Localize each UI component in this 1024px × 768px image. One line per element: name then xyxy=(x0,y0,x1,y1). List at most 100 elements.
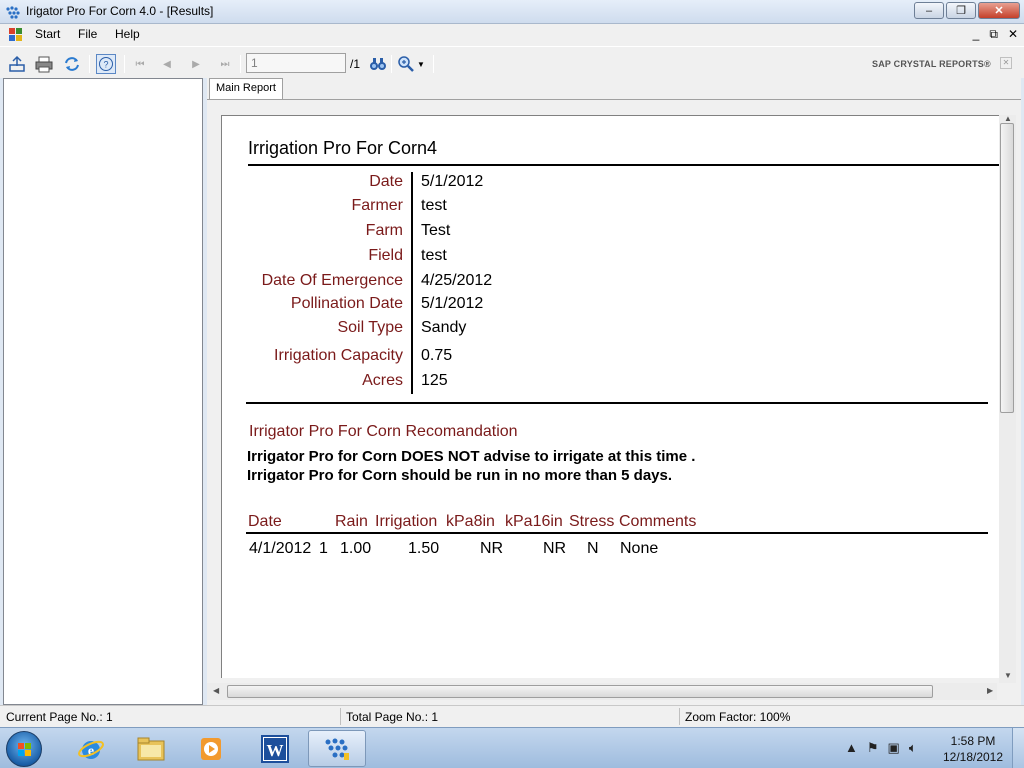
print-icon[interactable] xyxy=(35,55,53,73)
horizontal-scrollbar[interactable]: ◀ ▶ xyxy=(207,683,997,700)
current-page-status: Current Page No.: 1 xyxy=(6,710,113,724)
table-cell-comments: None xyxy=(620,540,659,557)
field-label-farmer: Farmer xyxy=(351,197,403,214)
section-rule xyxy=(246,402,988,404)
scroll-up-icon[interactable]: ▲ xyxy=(1004,114,1012,123)
column-header-date: Date xyxy=(248,513,282,530)
scroll-right-icon[interactable]: ▶ xyxy=(987,686,993,695)
zoom-icon[interactable] xyxy=(397,55,415,73)
show-hidden-icons-icon[interactable]: ▲ xyxy=(845,740,858,756)
clock-date: 12/18/2012 xyxy=(942,750,1004,764)
tab-main-report[interactable]: Main Report xyxy=(209,78,283,99)
field-value-farm: Test xyxy=(421,222,451,239)
status-bar: Current Page No.: 1 Total Page No.: 1 Zo… xyxy=(0,705,1024,727)
column-header-comments: Comments xyxy=(619,513,697,530)
last-page-icon[interactable]: ⏭ xyxy=(216,55,234,73)
column-header-kpa16in: kPa16in xyxy=(505,513,563,530)
page-total-label: /1 xyxy=(350,57,361,71)
recommendation-line: Irrigator Pro for Corn DOES NOT advise t… xyxy=(247,448,696,465)
next-page-icon[interactable]: ▶ xyxy=(187,55,205,73)
clock-time: 1:58 PM xyxy=(950,734,996,748)
word-taskbar-icon[interactable]: W xyxy=(246,730,304,767)
field-value-field: test xyxy=(421,247,447,264)
windows-logo-icon xyxy=(18,743,31,756)
field-label-irrigation-capacity: Irrigation Capacity xyxy=(274,347,403,364)
help-toggle-icon[interactable]: ? xyxy=(96,54,116,74)
svg-text:W: W xyxy=(267,741,284,760)
mdi-close-button[interactable]: ✕ xyxy=(1008,27,1018,42)
network-icon[interactable]: ▣ xyxy=(888,740,900,756)
start-button[interactable] xyxy=(6,731,42,767)
previous-page-icon[interactable]: ◀ xyxy=(158,55,176,73)
field-label-acres: Acres xyxy=(362,372,403,389)
internet-explorer-taskbar-icon[interactable]: e xyxy=(62,730,120,767)
group-tree-panel[interactable] xyxy=(3,78,203,705)
report-title: Irrigation Pro For Corn4 xyxy=(248,138,438,158)
vertical-scrollbar[interactable]: ▲ ▼ xyxy=(999,114,1016,683)
table-header-rule xyxy=(246,532,988,534)
window-title: Irigator Pro For Corn 4.0 - [Results] xyxy=(26,4,214,18)
minimize-button[interactable]: ‒ xyxy=(914,2,944,19)
field-label-field: Field xyxy=(368,247,403,264)
system-clock[interactable]: 1:58 PM 12/18/2012 xyxy=(940,733,1006,765)
report-page: Irrigation Pro For Corn4 Date 5/1/2012 F… xyxy=(221,115,1003,678)
crystal-reports-brand: SAP CRYSTAL REPORTS® xyxy=(872,59,991,69)
table-cell-stress: N xyxy=(587,540,599,557)
horizontal-scroll-thumb[interactable] xyxy=(227,685,933,698)
field-value-soil-type: Sandy xyxy=(421,319,467,336)
zoom-dropdown-chevron-icon[interactable]: ▼ xyxy=(416,55,426,73)
vertical-scroll-thumb[interactable] xyxy=(1000,123,1014,413)
table-cell-date: 4/1/2012 xyxy=(249,540,312,557)
refresh-icon[interactable] xyxy=(63,55,81,73)
field-label-soil-type: Soil Type xyxy=(337,319,403,336)
report-area: Main Report Irrigation Pro For Corn4 Dat… xyxy=(207,78,1021,705)
close-report-icon[interactable]: ✕ xyxy=(1000,57,1012,69)
field-label-farm: Farm xyxy=(365,222,403,239)
field-label-date: Date xyxy=(369,173,403,190)
menu-file[interactable]: File xyxy=(78,27,97,41)
field-label-emergence: Date Of Emergence xyxy=(261,272,403,289)
total-page-status: Total Page No.: 1 xyxy=(346,710,439,724)
action-center-flag-icon[interactable]: ⚑ xyxy=(867,740,879,756)
mdi-restore-button[interactable]: ⧉ xyxy=(989,27,998,42)
column-header-rain: Rain xyxy=(335,513,368,530)
mdi-window-icon[interactable] xyxy=(9,28,23,42)
first-page-icon[interactable]: ⏮ xyxy=(131,55,149,73)
show-desktop-button[interactable] xyxy=(1012,728,1024,768)
maximize-button[interactable]: ❐ xyxy=(946,2,976,19)
field-value-emergence: 4/25/2012 xyxy=(421,272,493,289)
menu-help[interactable]: Help xyxy=(115,27,140,41)
menu-start[interactable]: Start xyxy=(35,27,60,41)
recommendation-heading: Irrigator Pro For Corn Recomandation xyxy=(249,423,518,440)
mdi-minimize-button[interactable]: _ xyxy=(973,27,980,42)
export-icon[interactable] xyxy=(8,55,26,73)
app-logo-icon xyxy=(6,6,20,19)
svg-text:e: e xyxy=(88,744,94,759)
column-header-kpa8in: kPa8in xyxy=(446,513,495,530)
file-explorer-taskbar-icon[interactable] xyxy=(122,730,180,767)
find-binoculars-icon[interactable] xyxy=(369,55,387,73)
table-cell-kpa8in: NR xyxy=(480,540,504,557)
field-divider xyxy=(411,172,413,394)
table-cell-index: 1 xyxy=(319,540,328,557)
field-label-pollination: Pollination Date xyxy=(290,295,403,312)
scroll-left-icon[interactable]: ◀ xyxy=(213,686,219,695)
taskbar: e W ▲ ⚑ ▣ 🔈︎ 1:58 PM 12/18/2012 xyxy=(0,727,1024,768)
volume-icon[interactable]: 🔈︎ xyxy=(909,740,917,756)
scroll-down-icon[interactable]: ▼ xyxy=(1004,671,1012,680)
field-value-irrigation-capacity: 0.75 xyxy=(421,347,453,364)
column-header-irrigation: Irrigation xyxy=(375,513,438,530)
title-rule xyxy=(248,164,1000,166)
page-number-input[interactable] xyxy=(246,53,346,73)
field-value-acres: 125 xyxy=(421,372,448,389)
menu-bar: Start File Help _ ⧉ ✕ xyxy=(0,24,1024,46)
close-button[interactable]: ✕ xyxy=(978,2,1020,19)
title-bar: Irigator Pro For Corn 4.0 - [Results] ‒ … xyxy=(0,0,1024,24)
irrigator-pro-taskbar-icon[interactable] xyxy=(308,730,366,767)
field-value-date: 5/1/2012 xyxy=(421,173,484,190)
svg-text:?: ? xyxy=(103,60,108,70)
field-value-farmer: test xyxy=(421,197,447,214)
field-value-pollination: 5/1/2012 xyxy=(421,295,484,312)
media-player-taskbar-icon[interactable] xyxy=(182,730,240,767)
report-toolbar: ? ⏮ ◀ ▶ ⏭ /1 ▼ SAP CRYSTAL REPORTS® ✕ xyxy=(0,46,1024,78)
